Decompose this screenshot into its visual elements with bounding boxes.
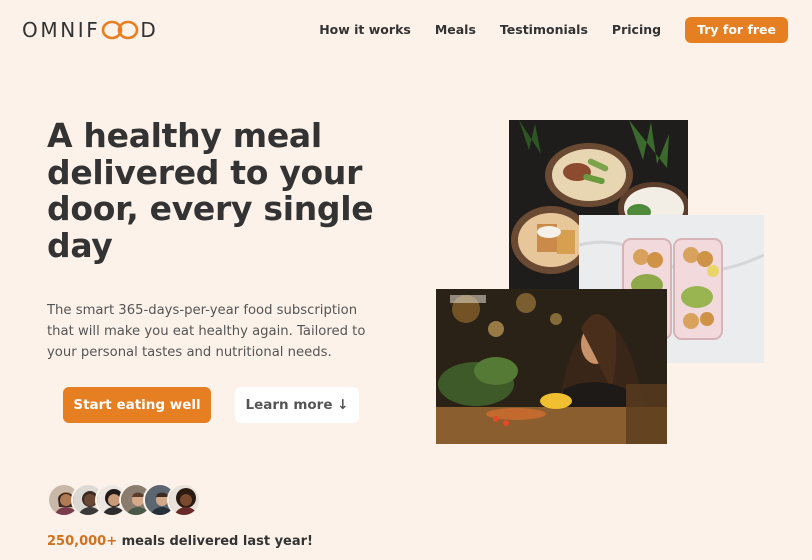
customer-avatars — [47, 483, 207, 519]
main-nav: How it works Meals Testimonials Pricing … — [295, 17, 788, 43]
start-eating-well-button[interactable]: Start eating well — [63, 387, 211, 423]
meals-delivered-label: meals delivered last year! — [117, 534, 313, 549]
learn-more-button[interactable]: Learn more ↓ — [235, 387, 359, 423]
hero-image-woman-eating — [436, 289, 667, 444]
logo[interactable]: OMNIF D — [22, 18, 158, 42]
nav-link-pricing[interactable]: Pricing — [612, 17, 661, 43]
meals-delivered-text: 250,000+ meals delivered last year! — [47, 534, 313, 549]
hero-description: The smart 365-days-per-year food subscri… — [47, 303, 366, 360]
hero-title: A healthy meal delivered to your door, e… — [47, 116, 374, 265]
nav-link-meals[interactable]: Meals — [435, 17, 476, 43]
double-loop-icon — [101, 20, 139, 40]
logo-text-right: D — [140, 18, 159, 42]
nav-link-how-it-works[interactable]: How it works — [319, 17, 411, 43]
customer-avatar — [167, 483, 201, 517]
try-for-free-button[interactable]: Try for free — [685, 17, 788, 43]
meals-delivered-count: 250,000+ — [47, 534, 118, 549]
nav-link-testimonials[interactable]: Testimonials — [500, 17, 588, 43]
logo-text-left: OMNIF — [22, 18, 101, 42]
